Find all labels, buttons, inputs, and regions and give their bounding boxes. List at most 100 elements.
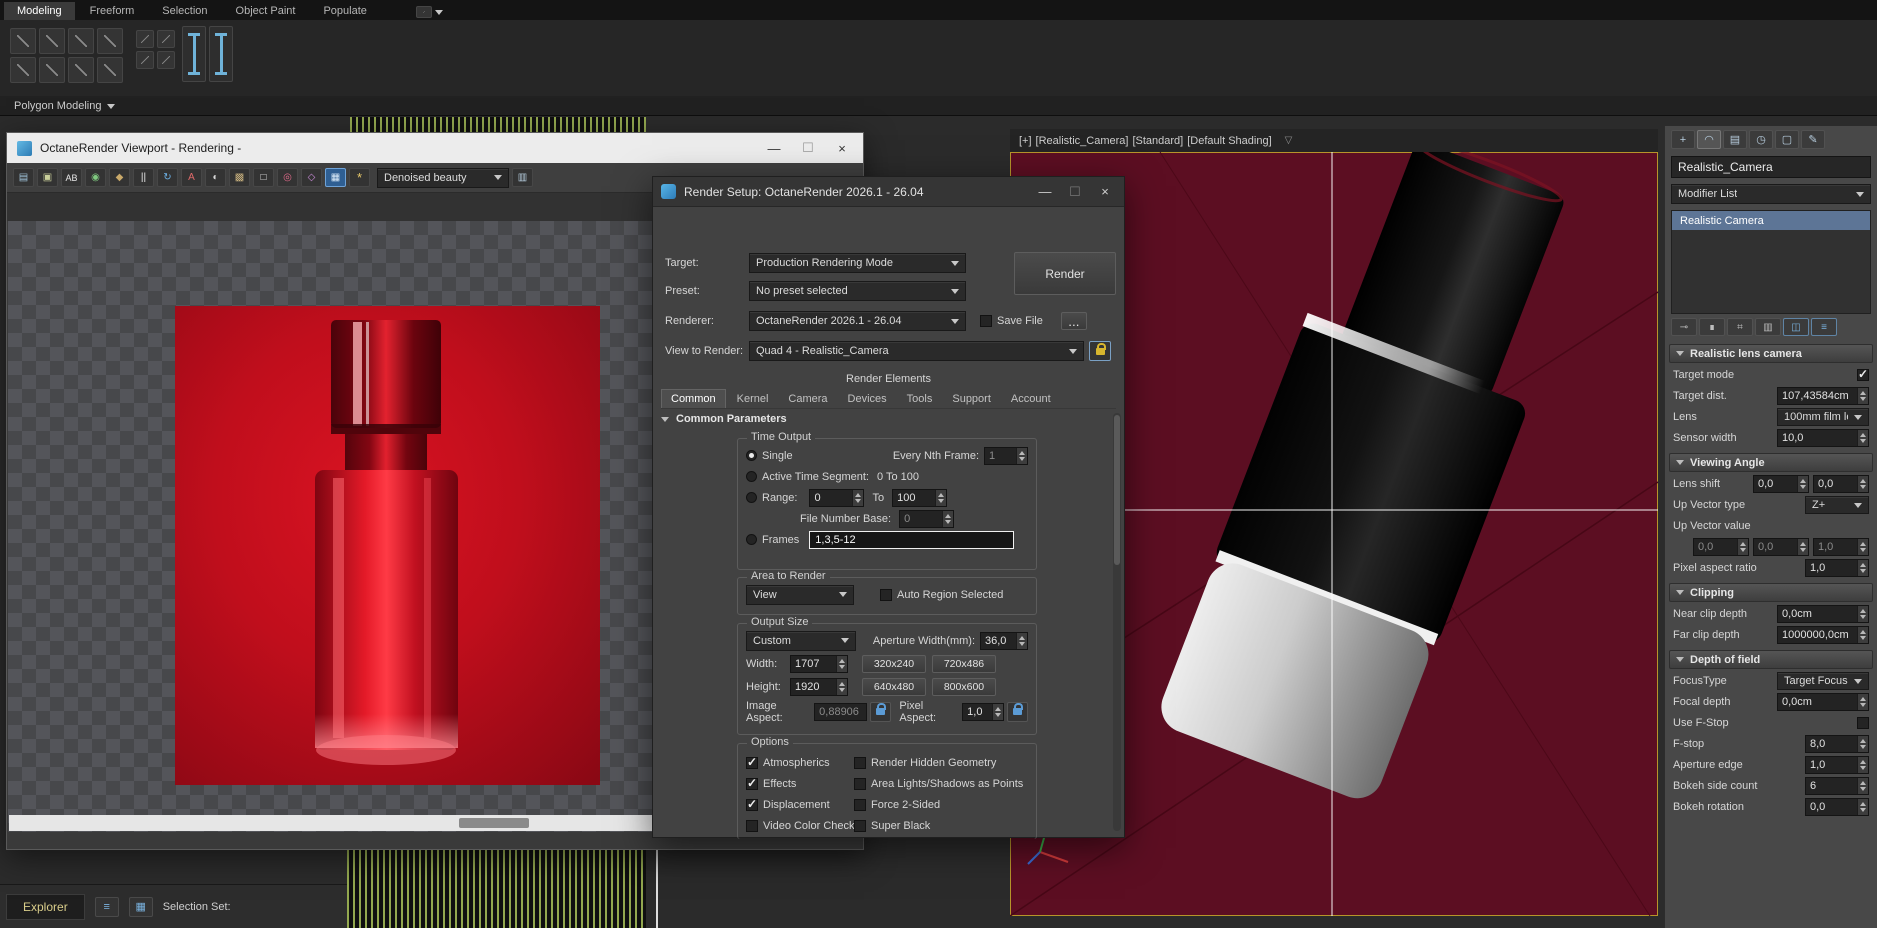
dialog-scrollbar[interactable]: [1113, 413, 1121, 831]
modifier-list-dropdown[interactable]: Modifier List: [1671, 184, 1871, 204]
use-fstop-checkbox[interactable]: [1857, 717, 1869, 729]
viewport-menu-general[interactable]: [+]: [1018, 135, 1033, 147]
ribbon-tool-icon[interactable]: [10, 28, 36, 54]
spinner-arrows-icon[interactable]: [1016, 447, 1027, 464]
area-view-dropdown[interactable]: View: [746, 584, 854, 605]
restart-render-icon[interactable]: ↻: [157, 168, 178, 187]
pin-stack-icon[interactable]: ⊸: [1671, 318, 1697, 336]
spinner-arrows-icon[interactable]: [935, 489, 947, 506]
resolution-800x600-button[interactable]: 800x600: [932, 677, 996, 696]
spinner-arrows-icon[interactable]: [1016, 632, 1027, 649]
bokeh-rotation-spinner[interactable]: 0,0: [1805, 798, 1869, 816]
tab-common[interactable]: Common: [661, 389, 726, 408]
ribbon-tool-icon[interactable]: [68, 57, 94, 83]
tab-modeling[interactable]: Modeling: [4, 2, 75, 20]
atmospherics-checkbox[interactable]: [746, 755, 758, 769]
range-radio[interactable]: [746, 492, 757, 503]
up-vector-z-spinner[interactable]: 1,0: [1813, 538, 1869, 556]
frames-input[interactable]: [809, 530, 1015, 549]
preset-dropdown[interactable]: No preset selected: [749, 281, 966, 301]
image-aspect-value[interactable]: 0,88906: [814, 702, 868, 721]
spinner-arrows-icon[interactable]: [1797, 539, 1808, 555]
up-vector-type-dropdown[interactable]: Z+: [1805, 496, 1869, 514]
pixel-aspect-ratio-spinner[interactable]: 1,0: [1805, 559, 1869, 577]
ribbon-tool-icon[interactable]: [157, 51, 175, 69]
every-nth-frame-spinner[interactable]: 1: [984, 446, 1028, 465]
single-radio[interactable]: [746, 450, 757, 461]
active-time-segment-radio[interactable]: [746, 471, 757, 482]
lock-image-icon[interactable]: ◉: [85, 168, 106, 187]
spinner-arrows-icon[interactable]: [1857, 539, 1868, 555]
resolution-640x480-button[interactable]: 640x480: [862, 677, 926, 696]
target-mode-checkbox[interactable]: [1857, 367, 1869, 381]
viewport-menu-camera[interactable]: [Realistic_Camera]: [1035, 135, 1130, 147]
up-vector-y-spinner[interactable]: 0,0: [1753, 538, 1809, 556]
tab-populate[interactable]: Populate: [310, 2, 379, 20]
configure-modifier-sets-icon[interactable]: ◫: [1783, 318, 1809, 336]
resolution-720x486-button[interactable]: 720x486: [932, 654, 996, 673]
remove-modifier-icon[interactable]: ▥: [1755, 318, 1781, 336]
filter-icon[interactable]: ▽: [1285, 135, 1293, 146]
object-name-field[interactable]: [1671, 156, 1871, 178]
common-parameters-rollout[interactable]: Common Parameters: [661, 413, 787, 425]
spinner-arrows-icon[interactable]: [1857, 606, 1868, 622]
save-image-icon[interactable]: ▤: [13, 168, 34, 187]
ribbon-config-button[interactable]: [410, 4, 449, 20]
range-from-spinner[interactable]: 0: [809, 488, 865, 507]
ribbon-section-label[interactable]: Polygon Modeling: [14, 96, 116, 116]
scrollbar-handle[interactable]: [1114, 415, 1120, 565]
tab-freeform[interactable]: Freeform: [77, 2, 148, 20]
ribbon-tool-icon[interactable]: [136, 51, 154, 69]
render-hidden-geometry-checkbox[interactable]: [854, 756, 866, 769]
image-aspect-lock-button[interactable]: [870, 701, 892, 722]
focus-type-dropdown[interactable]: Target Focus: [1777, 672, 1869, 690]
save-file-checkbox[interactable]: [980, 315, 992, 327]
super-black-checkbox[interactable]: [854, 819, 866, 832]
close-button[interactable]: ×: [1090, 181, 1120, 203]
hierarchy-panel-icon[interactable]: ▤: [1723, 130, 1747, 149]
clipping-rollout[interactable]: Clipping: [1669, 583, 1873, 602]
pixel-aspect-spinner[interactable]: 1,0: [962, 702, 1005, 721]
viewport-menu-shading[interactable]: [Default Shading]: [1186, 135, 1272, 147]
effects-checkbox[interactable]: [746, 776, 758, 790]
render-button[interactable]: Render: [1014, 252, 1116, 295]
file-number-base-spinner[interactable]: 0: [899, 509, 955, 528]
ribbon-tall-tool-icon[interactable]: [209, 26, 233, 82]
image-adjust-icon[interactable]: ▥: [512, 168, 533, 187]
spinner-arrows-icon[interactable]: [992, 703, 1004, 720]
output-preset-dropdown[interactable]: Custom: [746, 630, 856, 651]
aperture-width-spinner[interactable]: 36,0: [980, 631, 1028, 650]
stack-menu-icon[interactable]: ≡: [1811, 318, 1837, 336]
up-vector-x-spinner[interactable]: 0,0: [1693, 538, 1749, 556]
spinner-arrows-icon[interactable]: [1857, 694, 1868, 710]
copy-clipboard-icon[interactable]: ▣: [37, 168, 58, 187]
render-settings-icon[interactable]: *: [349, 168, 370, 187]
spinner-arrows-icon[interactable]: [1857, 627, 1868, 643]
pick-material-icon[interactable]: ◆: [109, 168, 130, 187]
tab-camera[interactable]: Camera: [779, 390, 836, 408]
renderer-dropdown[interactable]: OctaneRender 2026.1 - 26.04: [749, 311, 966, 331]
render-setup-titlebar[interactable]: Render Setup: OctaneRender 2026.1 - 26.0…: [653, 177, 1124, 207]
scrollbar-handle[interactable]: [459, 818, 529, 828]
modifier-stack[interactable]: Realistic Camera: [1671, 210, 1871, 314]
scene-explorer-tab[interactable]: Explorer: [6, 893, 85, 920]
realistic-lens-camera-rollout[interactable]: Realistic lens camera: [1669, 344, 1873, 363]
lens-dropdown[interactable]: 100mm film lens: [1777, 408, 1869, 426]
spinner-arrows-icon[interactable]: [1857, 778, 1868, 794]
displacement-checkbox[interactable]: [746, 797, 758, 811]
make-unique-icon[interactable]: ⌗: [1727, 318, 1753, 336]
spinner-arrows-icon[interactable]: [1857, 388, 1868, 404]
ab-compare-icon[interactable]: AB: [61, 168, 82, 187]
fstop-spinner[interactable]: 8,0: [1805, 735, 1869, 753]
tab-selection[interactable]: Selection: [149, 2, 220, 20]
spinner-arrows-icon[interactable]: [836, 678, 847, 695]
lens-shift-x-spinner[interactable]: 0,0: [1753, 475, 1809, 493]
force-2-sided-checkbox[interactable]: [854, 798, 866, 811]
focal-depth-spinner[interactable]: 0,0cm: [1777, 693, 1869, 711]
stack-item-realistic-camera[interactable]: Realistic Camera: [1672, 211, 1870, 230]
depth-of-field-rollout[interactable]: Depth of field: [1669, 650, 1873, 669]
width-spinner[interactable]: 1707: [790, 654, 848, 673]
spinner-arrows-icon[interactable]: [1797, 476, 1808, 492]
modify-panel-icon[interactable]: ◠: [1697, 130, 1721, 149]
ribbon-tool-icon[interactable]: [39, 57, 65, 83]
